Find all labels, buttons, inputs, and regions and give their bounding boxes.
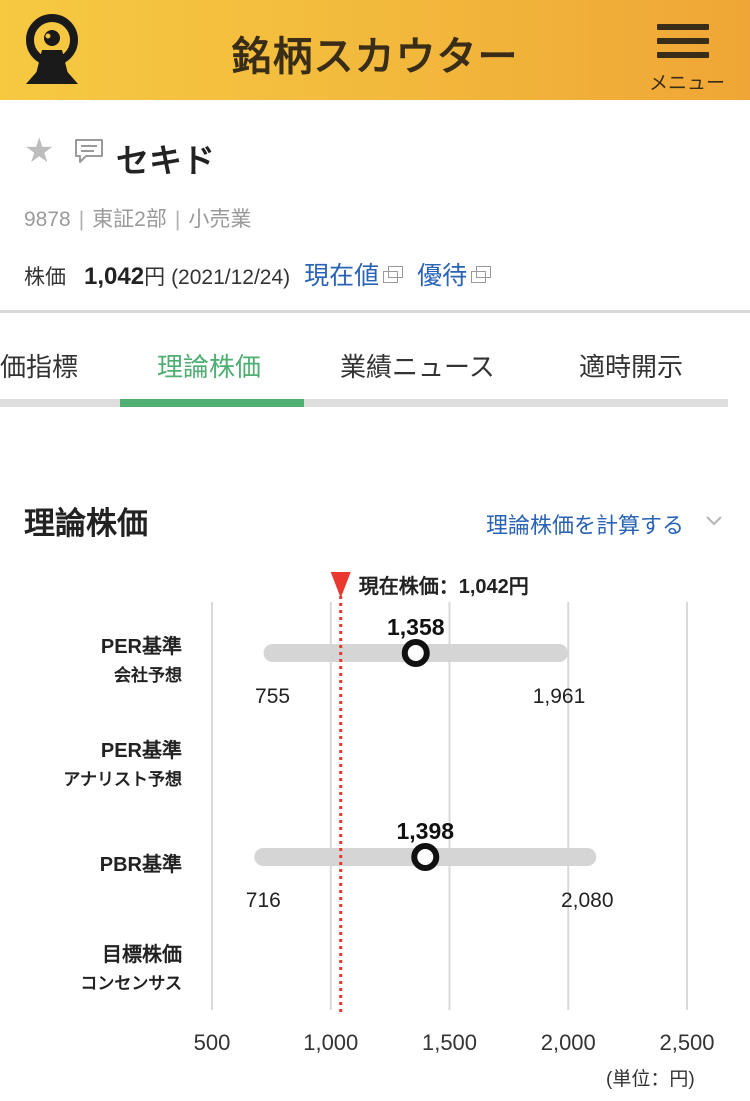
external-window-icon bbox=[383, 266, 404, 283]
current-price-link[interactable]: 現在値 bbox=[304, 256, 404, 292]
x-tick-label: 500 bbox=[194, 1030, 231, 1055]
price-value: 1,042 bbox=[84, 263, 145, 290]
price-date: (2021/12/24) bbox=[171, 266, 291, 289]
current-price-link-label: 現在値 bbox=[304, 262, 380, 290]
row-label-main: PBR基準 bbox=[99, 854, 182, 876]
price-line: 株価 1,042 円 (2021/12/24) 現在値 優待 bbox=[24, 256, 505, 292]
x-tick-label: 2,500 bbox=[659, 1030, 714, 1055]
app-title: 銘柄スカウター bbox=[231, 35, 519, 79]
menu-button[interactable]: メニュー bbox=[640, 20, 734, 94]
range-low-label: 755 bbox=[255, 685, 290, 708]
tab-disclosure[interactable]: 適時開示 bbox=[579, 347, 683, 384]
stock-name: セキド bbox=[116, 142, 215, 179]
benefits-link-label: 優待 bbox=[417, 262, 468, 290]
app-header: 銘柄スカウター メニュー bbox=[0, 0, 750, 100]
value-label: 1,398 bbox=[396, 818, 454, 844]
range-low-label: 716 bbox=[246, 889, 281, 912]
range-high-label: 1,961 bbox=[533, 685, 586, 708]
row-label-main: PER基準 bbox=[100, 740, 182, 762]
stock-code: 9878 bbox=[24, 208, 71, 231]
value-label: 1,358 bbox=[387, 614, 445, 640]
tab-theoretical-price[interactable]: 理論株価 bbox=[157, 347, 261, 384]
favorite-star-icon[interactable]: ★ bbox=[24, 134, 54, 168]
tab-valuation[interactable]: 価指標 bbox=[0, 347, 78, 384]
memo-bubble-icon[interactable] bbox=[72, 136, 106, 166]
x-tick-label: 1,500 bbox=[422, 1030, 477, 1055]
tab-bar: 価指標 理論株価 業績ニュース 適時開示 bbox=[0, 313, 750, 408]
external-window-icon bbox=[471, 266, 492, 283]
row-label-pbr: PBR基準 bbox=[100, 848, 182, 877]
unit-note: (単位：円) bbox=[606, 1069, 695, 1090]
x-tick-label: 2,000 bbox=[541, 1030, 596, 1055]
stock-market: 東証2部 bbox=[92, 208, 167, 231]
value-point bbox=[411, 843, 440, 871]
row-label-sub: 会社予想 bbox=[114, 666, 182, 685]
tab-active-indicator bbox=[120, 399, 304, 407]
separator: | bbox=[78, 208, 85, 231]
price-unit: 円 bbox=[144, 266, 166, 289]
row-label-per-analyst: PER基準 アナリスト予想 bbox=[63, 734, 182, 790]
tab-track bbox=[0, 399, 728, 407]
hamburger-icon bbox=[657, 24, 709, 30]
row-label-main: 目標株価 bbox=[102, 944, 182, 966]
tab-earnings-news[interactable]: 業績ニュース bbox=[340, 347, 495, 384]
hamburger-icon-bar bbox=[657, 38, 709, 44]
current-price-marker-icon bbox=[330, 572, 351, 598]
benefits-link[interactable]: 優待 bbox=[417, 256, 492, 292]
row-label-sub: アナリスト予想 bbox=[63, 770, 182, 789]
chevron-down-icon[interactable] bbox=[704, 514, 724, 528]
hamburger-icon-bar bbox=[657, 52, 709, 58]
x-tick-label: 1,000 bbox=[303, 1030, 358, 1055]
row-label-sub: コンセンサス bbox=[80, 974, 182, 993]
separator: | bbox=[174, 208, 181, 231]
theoretical-price-chart: 500 1,000 1,500 2,000 2,500 755 1,961 716 2,080 現… bbox=[194, 572, 715, 1055]
menu-label: メニュー bbox=[648, 73, 725, 94]
price-label: 株価 bbox=[24, 266, 66, 289]
stock-meta: 9878 | 東証2部 | 小売業 bbox=[24, 203, 251, 233]
current-price-label: 現在株価：1,042円 bbox=[359, 574, 529, 598]
section-title: 理論株価 bbox=[24, 506, 148, 541]
value-point bbox=[401, 639, 430, 667]
range-high-label: 2,080 bbox=[561, 889, 614, 912]
stock-sector: 小売業 bbox=[188, 208, 252, 231]
row-label-target-consensus: 目標株価 コンセンサス bbox=[80, 938, 182, 994]
row-label-per-company: PER基準 会社予想 bbox=[101, 630, 182, 686]
calculate-link[interactable]: 理論株価を計算する bbox=[486, 508, 684, 540]
row-label-main: PER基準 bbox=[100, 636, 182, 658]
